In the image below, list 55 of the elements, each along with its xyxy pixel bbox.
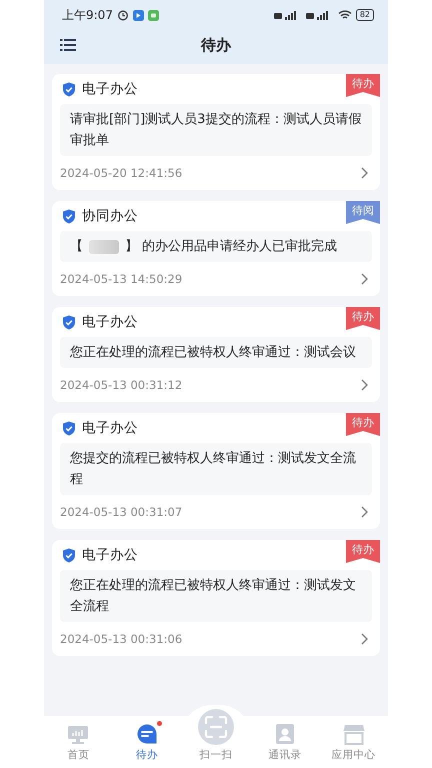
source-label: 电子办公	[82, 419, 138, 437]
message-card[interactable]: 协同办公 待阅 【 】 的办公用品申请经办人已审批完成 2024-05-13 14:50:29	[52, 201, 380, 296]
chevron-right-icon	[361, 633, 368, 645]
status-tag: 待办	[346, 74, 380, 97]
chevron-right-icon	[361, 379, 368, 391]
message-text: 您正在处理的流程已被特权人终审通过：测试发文全流程	[70, 577, 357, 616]
message-text: 您提交的流程已被特权人终审通过：测试发文全流程	[70, 450, 357, 489]
alarm-icon	[116, 9, 129, 21]
app-icon	[148, 10, 159, 20]
source-label: 电子办公	[82, 80, 138, 98]
nav-tab[interactable]: 首页	[44, 721, 113, 762]
notification-dot	[157, 721, 162, 726]
message-card[interactable]: 电子办公 待办 您正在处理的流程已被特权人终审通过：测试会议 2024-05-13 00:31:12	[52, 307, 380, 402]
contact-card-icon	[274, 723, 295, 745]
storefront-icon	[342, 723, 365, 745]
menu-icon[interactable]	[60, 39, 76, 51]
nav-tab[interactable]: 通讯录	[250, 721, 320, 762]
shield-check-icon	[62, 420, 76, 436]
message-text: 】 的办公用品申请经办人已审批完成	[125, 238, 338, 256]
message-date: 2024-05-13 00:31:12	[60, 378, 182, 392]
chevron-right-icon	[361, 506, 368, 518]
monitor-icon	[67, 725, 90, 745]
message-date: 2024-05-13 00:31:07	[60, 505, 182, 519]
message-card[interactable]: 电子办公 待办 您正在处理的流程已被特权人终审通过：测试发文全流程 2024-05-13 00:31:06	[52, 540, 380, 656]
page-title: 待办	[200, 36, 232, 54]
status-tag: 待办	[346, 413, 380, 436]
message-card[interactable]: 电子办公 待办 您提交的流程已被特权人终审通过：测试发文全流程 2024-05-13 00:31:07	[52, 413, 380, 529]
status-tag: 待办	[346, 307, 380, 330]
nav-tab[interactable]: 应用中心	[319, 721, 388, 762]
wifi-icon	[338, 10, 352, 20]
nav-tab[interactable]: 待办	[112, 721, 182, 762]
message-text: 您正在处理的流程已被特权人终审通过：测试会议	[70, 344, 356, 362]
message-date: 2024-05-13 14:50:29	[60, 272, 182, 286]
source-label: 电子办公	[82, 313, 138, 331]
source-label: 电子办公	[82, 546, 138, 564]
message-text: 【	[70, 238, 83, 256]
message-card[interactable]: 电子办公 待办 请审批[部门]测试人员3提交的流程：测试人员请假审批单 2024-05-20 12:41:56	[52, 74, 380, 190]
chevron-right-icon	[361, 167, 368, 179]
shield-check-icon	[62, 82, 76, 96]
status-tag: 待办	[346, 540, 380, 563]
shield-check-icon	[62, 314, 76, 330]
message-text: 请审批[部门]测试人员3提交的流程：测试人员请假审批单	[70, 111, 362, 150]
message-date: 2024-05-20 12:41:56	[60, 166, 182, 180]
chevron-right-icon	[361, 273, 368, 285]
status-time: 上午9:07	[62, 6, 113, 24]
message-date: 2024-05-13 00:31:06	[60, 632, 182, 646]
app-icon	[132, 10, 144, 20]
battery-level: 82	[356, 9, 374, 21]
redacted-block	[89, 240, 119, 254]
scan-icon	[198, 709, 234, 745]
chat-bubble-icon	[136, 723, 158, 745]
shield-check-icon	[62, 208, 76, 224]
source-label: 协同办公	[82, 207, 138, 225]
status-tag: 待阅	[346, 201, 380, 224]
shield-check-icon	[62, 548, 76, 562]
